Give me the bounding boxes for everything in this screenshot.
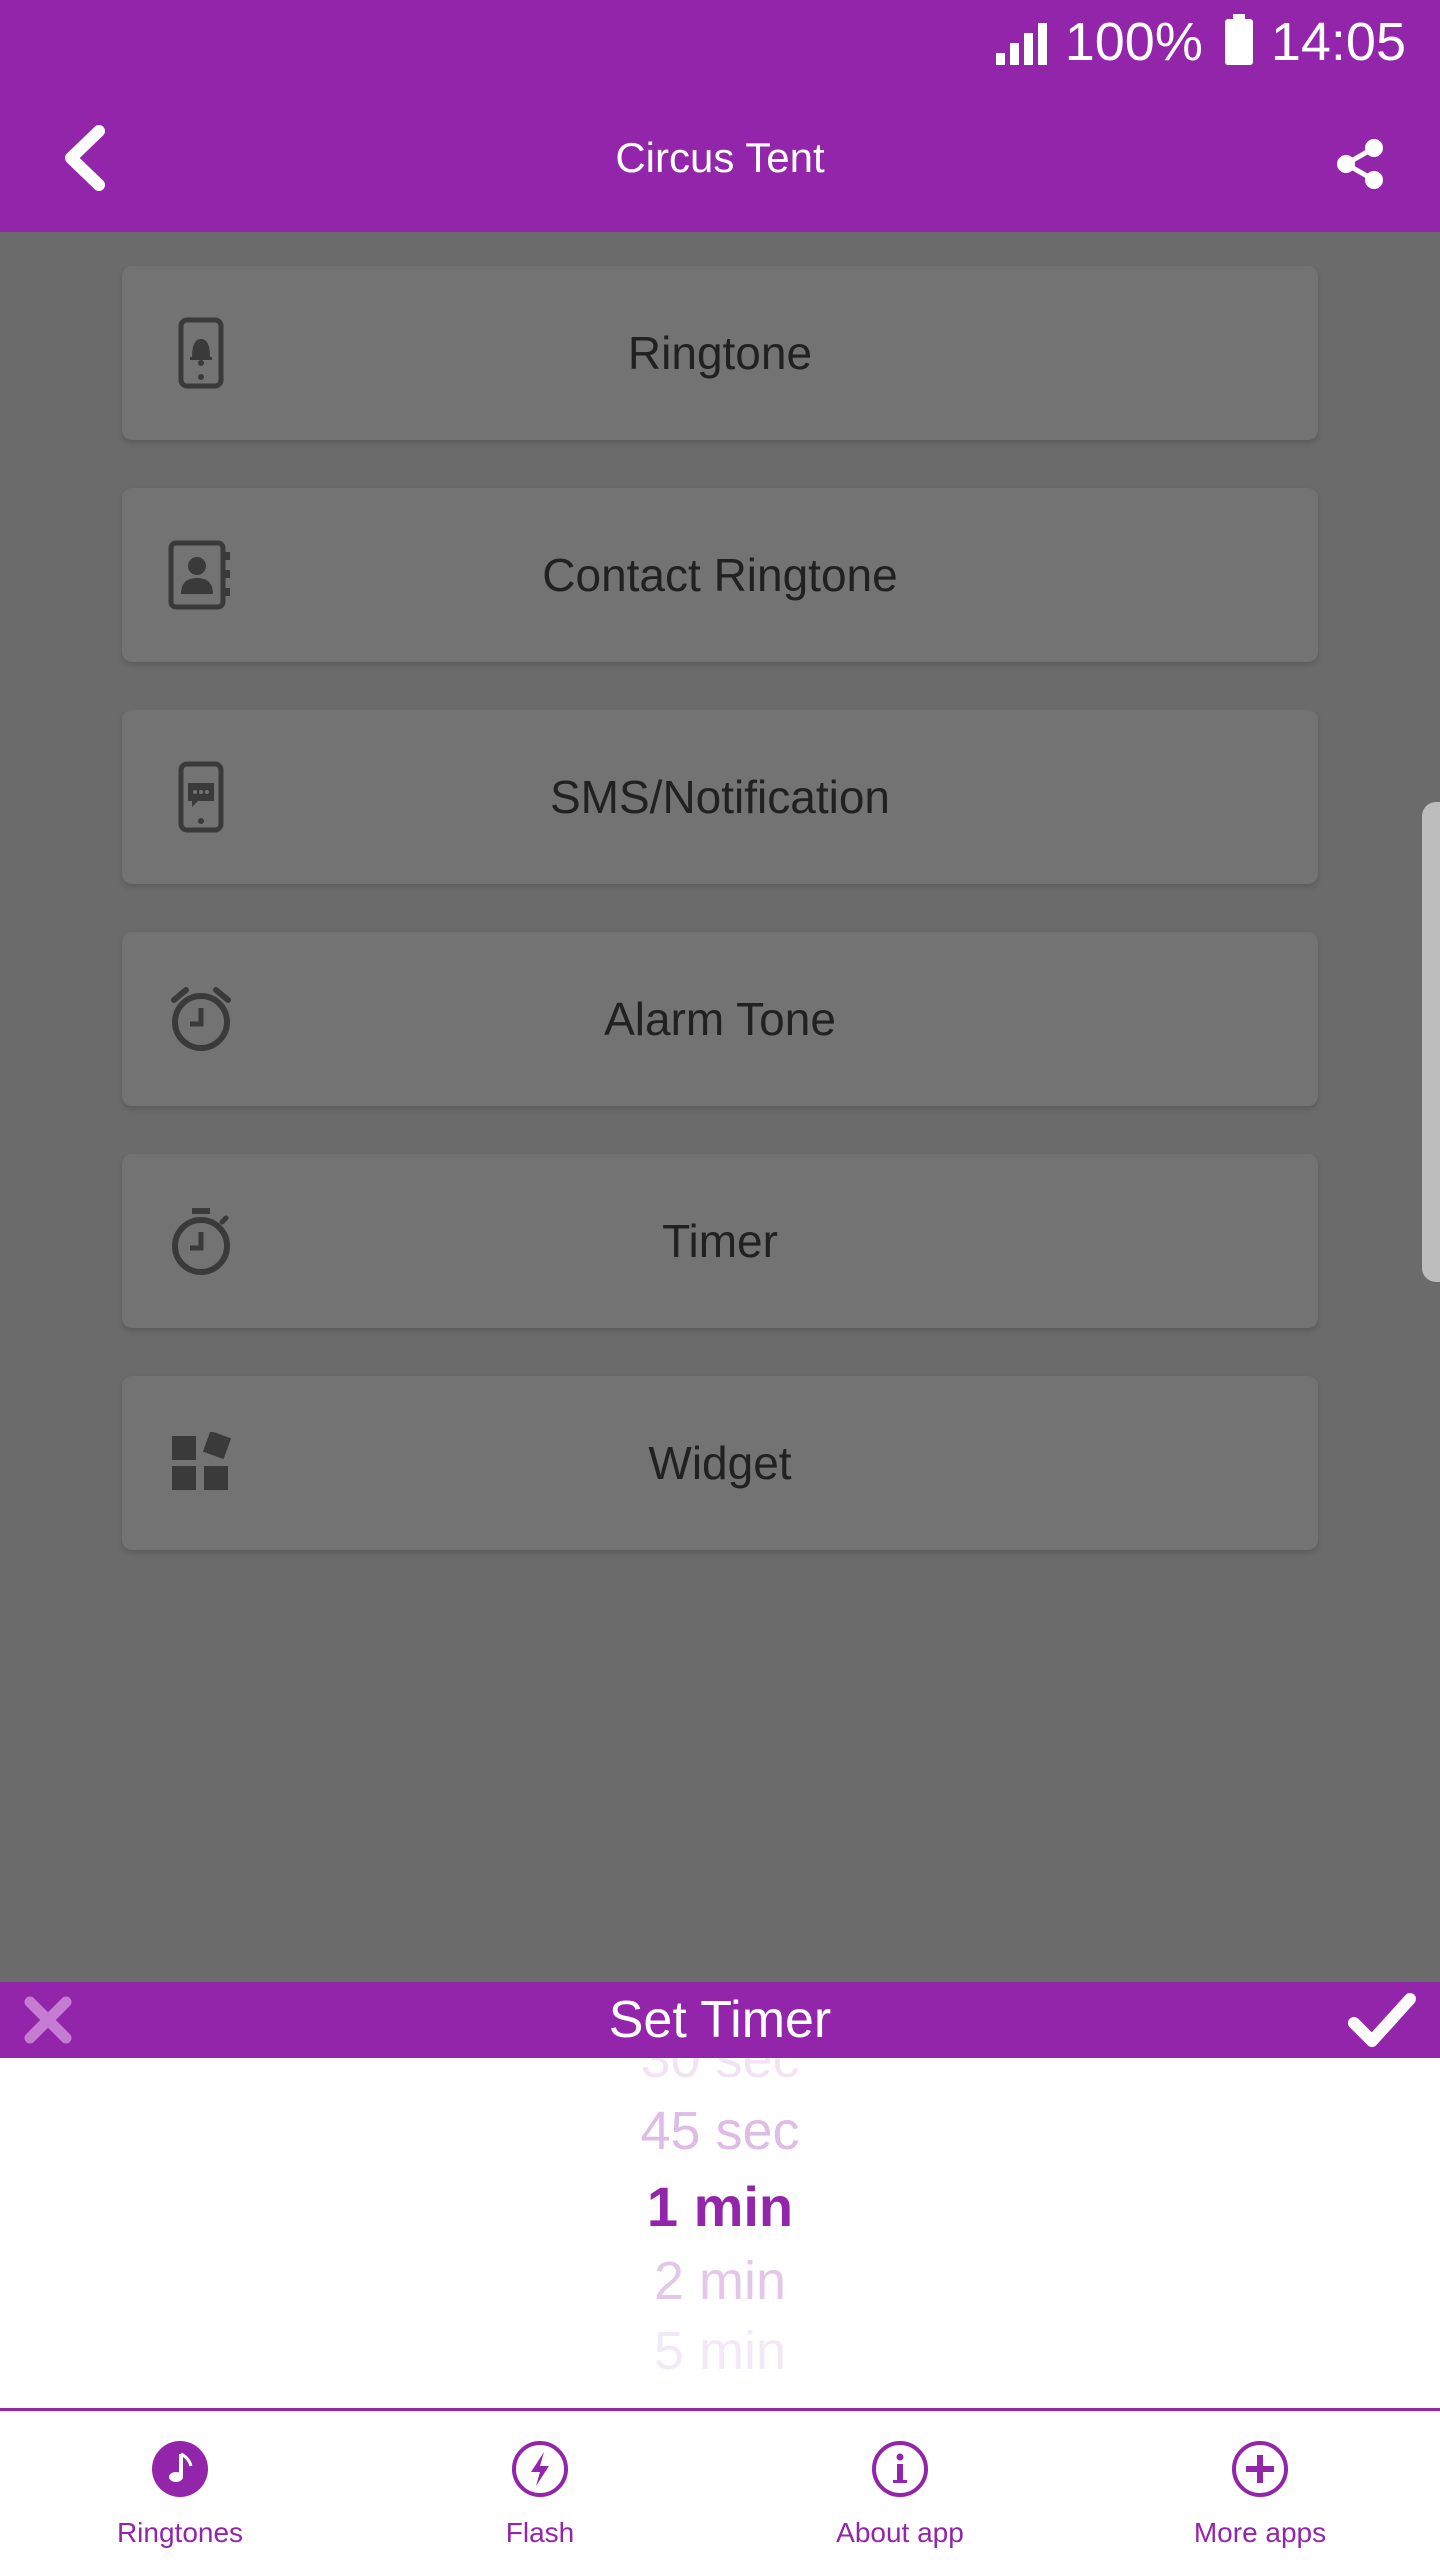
timer-button[interactable]: Timer <box>122 1154 1318 1328</box>
sms-notification-button[interactable]: SMS/Notification <box>122 710 1318 884</box>
check-icon <box>1348 1993 1416 2047</box>
timer-dialog-header: Set Timer <box>0 1982 1440 2058</box>
menu-item-label: Timer <box>662 1215 778 1267</box>
app-bar: Circus Tent <box>0 84 1440 232</box>
picker-option[interactable]: 5 min <box>0 2320 1440 2382</box>
alarm-tone-button[interactable]: Alarm Tone <box>122 932 1318 1106</box>
menu-item-label: Alarm Tone <box>604 993 836 1045</box>
share-button[interactable] <box>1320 124 1400 204</box>
nav-ringtones[interactable]: Ringtones <box>0 2411 360 2560</box>
page-title: Circus Tent <box>615 134 825 181</box>
nav-about-app[interactable]: About app <box>720 2411 1080 2560</box>
status-bar: 100% 14:05 <box>0 0 1440 84</box>
battery-percent: 100% <box>1064 12 1203 72</box>
nav-more-apps[interactable]: More apps <box>1080 2411 1440 2560</box>
nav-label: Flash <box>505 2517 575 2548</box>
clock: 14:05 <box>1270 12 1406 72</box>
nav-label: Ringtones <box>116 2517 244 2548</box>
picker-option[interactable]: 45 sec <box>0 2100 1440 2162</box>
menu-item-label: Contact Ringtone <box>542 549 898 601</box>
share-icon <box>1337 139 1383 189</box>
menu-item-label: Ringtone <box>627 327 813 379</box>
options-list: Ringtone Contact Ringtone SMS/Notificati… <box>0 232 1440 1982</box>
ringtone-button[interactable]: Ringtone <box>122 266 1318 440</box>
screen: 100% 14:05 Circus Tent Ringtone Contact … <box>0 0 1440 2560</box>
nav-label: More apps <box>1193 2517 1327 2548</box>
nav-flash[interactable]: Flash <box>360 2411 720 2560</box>
flash-icon <box>510 2439 570 2499</box>
scroll-handle[interactable] <box>1422 802 1440 1282</box>
picker-option[interactable]: 2 min <box>0 2250 1440 2312</box>
signal-icon <box>995 19 1047 65</box>
contact-ringtone-button[interactable]: Contact Ringtone <box>122 488 1318 662</box>
confirm-button[interactable] <box>1344 1988 1420 2052</box>
nav-label: About app <box>836 2517 964 2548</box>
music-note-icon <box>150 2439 210 2499</box>
plus-circle-icon <box>1230 2439 1290 2499</box>
battery-icon <box>1224 14 1253 65</box>
widget-button[interactable]: Widget <box>122 1376 1318 1550</box>
info-icon <box>870 2439 930 2499</box>
picker-option[interactable]: 30 sec <box>0 2058 1440 2090</box>
picker-option-selected[interactable]: 1 min <box>0 2174 1440 2239</box>
menu-item-label: Widget <box>648 1437 792 1489</box>
dialog-title: Set Timer <box>608 1991 832 2049</box>
bottom-navigation: Ringtones Flash About app More apps <box>0 2408 1440 2560</box>
timer-picker[interactable]: 30 sec 45 sec 1 min 2 min 5 min <box>0 2058 1440 2408</box>
menu-item-label: SMS/Notification <box>549 771 890 823</box>
